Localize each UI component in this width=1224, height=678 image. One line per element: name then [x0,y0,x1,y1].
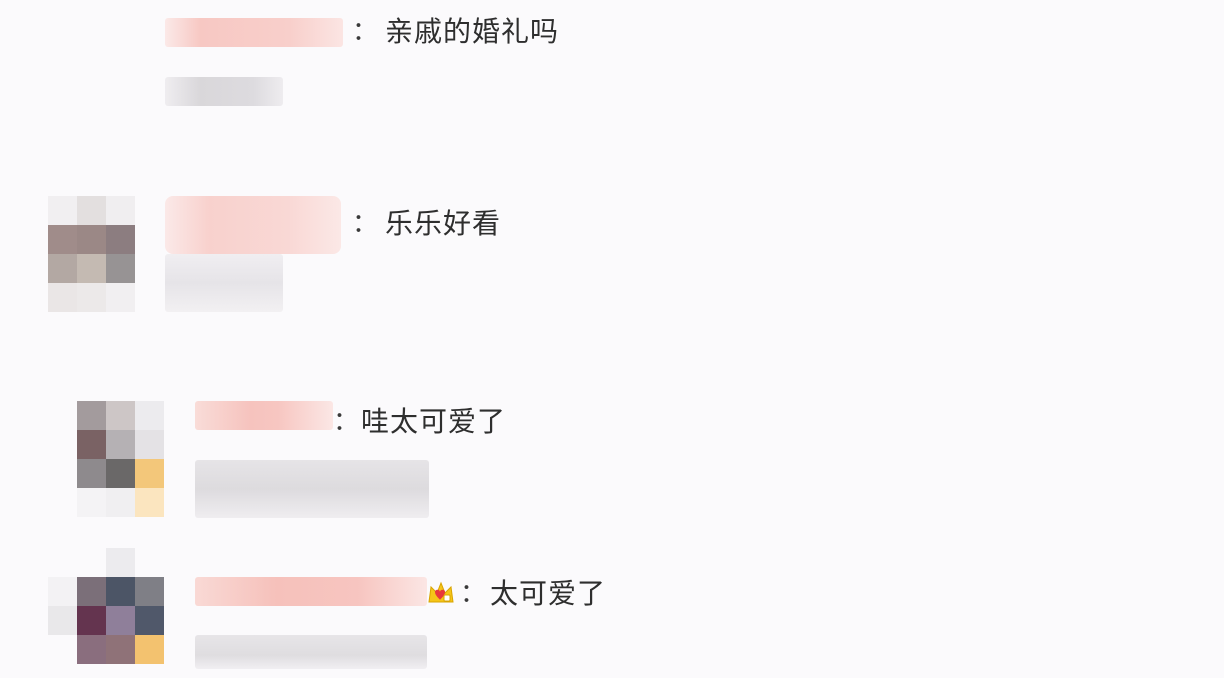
comment-text: 哇太可爱了 [361,405,507,438]
comment-separator: ： [352,209,379,239]
user-meta-blurred [195,460,429,518]
comment-text: 亲戚的婚礼吗 [385,15,560,48]
user-meta-blurred [165,254,283,312]
username-blurred[interactable] [195,401,333,430]
comment-separator: ： [352,17,379,47]
comment-text: 乐乐好看 [385,207,502,240]
username-blurred[interactable] [195,577,427,606]
comment-separator: ： [333,407,360,437]
user-meta-blurred [195,635,427,669]
crown-badge-icon [426,578,456,608]
comment-text: 太可爱了 [490,577,607,610]
username-blurred[interactable] [165,196,341,254]
avatar[interactable] [48,196,135,312]
username-blurred[interactable] [165,18,343,47]
comment-list: ： 亲戚的婚礼吗 ： 乐乐好看 ： 哇太可爱了 ： 太可爱了 [0,0,1224,678]
avatar[interactable] [48,548,164,664]
user-meta-blurred [165,77,283,106]
comment-separator: ： [460,579,487,609]
avatar[interactable] [77,401,164,517]
